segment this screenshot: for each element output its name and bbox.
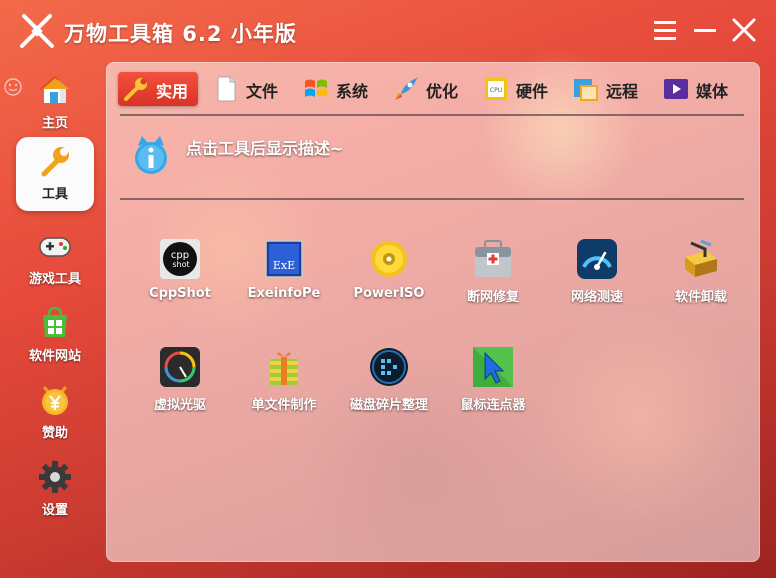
wrench-icon [124,78,147,101]
tab-label: 远程 [606,82,639,101]
tab-label: 文件 [246,82,279,101]
tool-label: ExeinfoPe [247,286,321,301]
app-window: 万物工具箱 6.2 小年版 主页 工具 游戏工具 软件网站 赞助 设置 实用 文… [0,0,776,578]
network-repair-toolbox-icon [475,240,511,277]
sidebar-item-home[interactable]: 主页 [16,66,94,140]
tabs-divider [120,114,744,116]
sidebar-item-sponsor[interactable]: 赞助 [16,376,94,450]
tool-label: 鼠标连点器 [460,398,526,413]
sidebar-item-label: 工具 [41,187,68,202]
tab-label: 实用 [156,82,189,101]
home-icon [40,75,69,103]
mouse-clicker-icon [473,347,513,387]
single-file-package-icon [270,352,298,385]
defrag-icon [370,348,408,386]
virtual-drive-icon [160,347,200,387]
menu-button[interactable] [650,14,682,46]
tab-label: 媒体 [696,82,729,101]
sidebar-item-tools[interactable]: 工具 [16,137,94,211]
logo-icon [20,14,54,48]
sidebar-item-software-sites[interactable]: 软件网站 [16,299,94,373]
sidebar-item-settings[interactable]: 设置 [16,453,94,527]
tab-label: 系统 [336,82,369,101]
category-tabs: 实用 文件 系统 优化 CPU 硬件 远程 媒体 [116,72,756,108]
tab-label: 优化 [426,82,459,101]
tool-mouse-clicker[interactable]: 鼠标连点器 [441,347,545,427]
tool-label: 单文件制作 [251,398,317,413]
tool-description: 点击工具后显示描述~ [186,139,344,158]
sidebar: 主页 工具 游戏工具 软件网站 赞助 设置 [0,64,106,564]
gear-icon [39,461,71,493]
tool-speed-test[interactable]: 网络测速 [545,239,649,319]
tab-system[interactable]: 系统 [298,72,380,106]
tool-label: 磁盘碎片整理 [349,398,428,413]
tool-exeinfope[interactable]: ExE ExeinfoPe [232,239,336,319]
close-icon [732,18,756,42]
hamburger-icon [654,21,676,40]
sidebar-item-label: 游戏工具 [28,272,81,287]
tool-network-repair[interactable]: 断网修复 [441,239,545,319]
tool-label: PowerISO [353,286,425,301]
minimize-icon [694,29,716,32]
tool-virtual-drive[interactable]: 虚拟光驱 [128,347,232,427]
sidebar-item-label: 软件网站 [28,349,81,364]
uninstall-box-icon [685,239,717,277]
sidebar-item-label: 设置 [41,503,68,518]
tool-label: 网络测速 [570,290,623,305]
tool-cppshot[interactable]: cpp shot CppShot [128,239,232,319]
cppshot-icon: cpp shot [160,239,200,279]
remote-icon [574,79,598,101]
tab-hardware[interactable]: CPU 硬件 [478,72,560,106]
gamepad-icon [39,237,71,257]
tab-media[interactable]: 媒体 [658,72,740,106]
tab-practical[interactable]: 实用 [118,72,198,106]
sidebar-item-label: 主页 [41,116,68,131]
tool-uninstall[interactable]: 软件卸载 [649,239,753,319]
play-icon [664,79,688,99]
sidebar-item-game-tools[interactable]: 游戏工具 [16,222,94,296]
tool-disk-defrag[interactable]: 磁盘碎片整理 [337,347,441,427]
svg-text:CPU: CPU [490,87,502,94]
tool-label: CppShot [149,286,211,301]
poweriso-disc-icon [371,241,407,277]
tool-label: 虚拟光驱 [153,398,206,413]
sidebar-item-label: 赞助 [41,426,68,441]
wrench-icon [41,147,69,177]
main-panel: 实用 文件 系统 优化 CPU 硬件 远程 媒体 点击工具后显示描述~ cpp … [106,62,760,562]
description-divider [120,198,744,200]
document-icon [217,76,236,102]
exeinfope-icon: ExE [265,240,303,278]
tab-remote[interactable]: 远程 [568,72,650,106]
cppshot-icon-subtext: shot [172,260,189,269]
cpu-icon: CPU [485,78,507,100]
title-bar: 万物工具箱 6.2 小年版 [0,0,776,60]
minimize-button[interactable] [690,14,722,46]
tool-label: 软件卸载 [674,290,727,305]
tab-optimize[interactable]: 优化 [388,72,470,106]
info-cat-icon [135,136,167,174]
exeinfope-icon-text: ExE [273,259,295,272]
speedometer-icon [577,239,617,279]
close-button[interactable] [728,14,760,46]
tab-files[interactable]: 文件 [208,72,290,106]
windows-store-icon [43,306,67,337]
tool-poweriso[interactable]: PowerISO [337,239,441,319]
app-title: 万物工具箱 6.2 小年版 [64,22,297,46]
tab-label: 硬件 [516,82,549,101]
tool-label: 断网修复 [466,290,519,305]
windows-flag-icon [305,79,327,97]
yuan-coin-icon [42,386,68,415]
tool-single-file-maker[interactable]: 单文件制作 [232,347,336,427]
rocket-icon [395,76,419,100]
